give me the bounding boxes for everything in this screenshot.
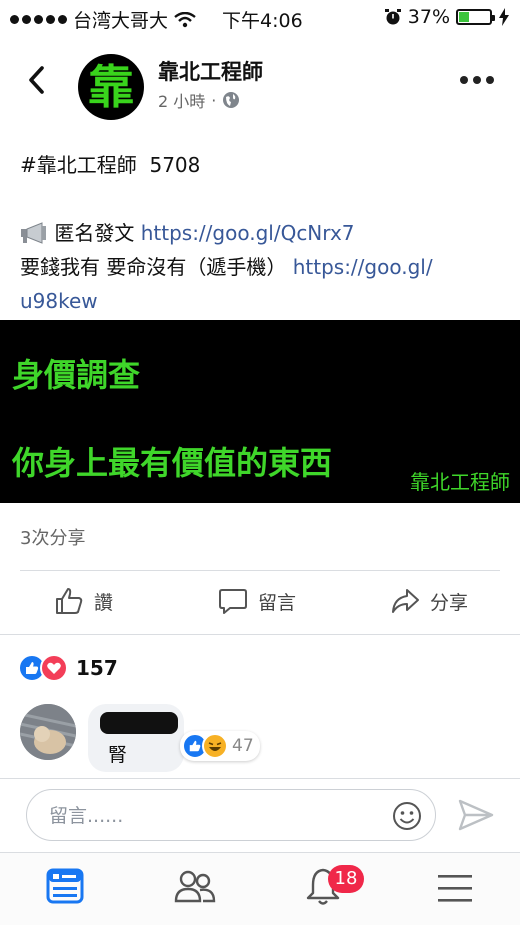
emoji-icon[interactable] — [391, 800, 423, 832]
battery-icon — [456, 9, 495, 25]
comment-bubble[interactable]: 腎 — [88, 704, 184, 772]
back-button[interactable] — [26, 64, 46, 105]
love-icon — [40, 654, 68, 682]
page-avatar[interactable]: 靠 — [78, 54, 144, 120]
battery-percent: 37% — [407, 6, 450, 28]
post-image[interactable]: 身價調查 你身上最有價值的東西 靠北工程師 — [0, 320, 520, 503]
carrier-name: 台湾大哥大 — [73, 10, 169, 32]
image-line-2: 你身上最有價值的東西 — [12, 444, 333, 482]
image-line-1: 身價調查 — [12, 356, 141, 394]
hamburger-menu-icon — [438, 875, 472, 902]
anon-label: 匿名發文 — [54, 221, 135, 245]
hashtag-link[interactable]: #靠北工程師 — [20, 153, 137, 177]
comment-label: 留言 — [258, 591, 297, 614]
signal-icon — [10, 15, 67, 24]
send-icon[interactable] — [458, 799, 494, 831]
share-count[interactable]: 3次分享 — [20, 524, 85, 550]
page-name[interactable]: 靠北工程師 — [158, 56, 263, 86]
megaphone-icon — [21, 222, 46, 244]
bottom-tab-bar: 18 — [0, 852, 520, 925]
comment-icon — [219, 589, 247, 614]
reaction-summary[interactable]: 157 — [18, 654, 118, 682]
tab-news-feed[interactable] — [46, 867, 84, 909]
anon-line: 匿名發文 https://goo.gl/QcNrx7 — [20, 216, 500, 250]
globe-icon — [223, 92, 240, 108]
charging-icon — [499, 8, 509, 26]
alarm-icon — [384, 9, 401, 25]
comment-composer — [0, 778, 520, 853]
post-time[interactable]: 2 小時 — [158, 88, 205, 112]
slogan-link-start[interactable]: https://goo.gl/ — [293, 255, 433, 279]
commenter-avatar[interactable] — [20, 704, 76, 760]
carrier-group: 台湾大哥大 — [10, 6, 196, 33]
image-watermark: 靠北工程師 — [410, 470, 510, 494]
comment-button[interactable]: 留言 — [218, 586, 296, 616]
haha-icon — [202, 733, 228, 759]
like-label: 讚 — [94, 591, 114, 614]
notification-badge: 18 — [328, 865, 364, 893]
post-text: #靠北工程師 5708 匿名發文 https://goo.gl/QcNrx7 要… — [20, 148, 500, 318]
tab-friends[interactable] — [174, 867, 216, 909]
friends-icon — [174, 870, 216, 903]
redacted-commenter-name — [100, 712, 178, 734]
post-actions: 讚 留言 分享 — [0, 578, 520, 630]
slogan-line: 要錢我有 要命沒有（遞手機） https://goo.gl/ — [20, 250, 500, 284]
slogan-link-end[interactable]: u98kew — [20, 289, 98, 313]
status-bar: 台湾大哥大 下午4:06 37% — [0, 0, 520, 36]
comment-input[interactable] — [47, 800, 391, 832]
divider — [0, 634, 520, 635]
post-number: 5708 — [149, 153, 201, 177]
share-button[interactable]: 分享 — [390, 586, 468, 616]
comment-input-box[interactable] — [26, 789, 436, 841]
clock: 下午4:06 — [222, 10, 303, 32]
like-button[interactable]: 讚 — [54, 586, 113, 616]
chevron-left-icon — [29, 66, 44, 94]
anon-link[interactable]: https://goo.gl/QcNrx7 — [141, 221, 355, 245]
meta-separator: · — [211, 90, 217, 110]
tab-menu[interactable] — [436, 873, 474, 909]
slogan-text: 要錢我有 要命沒有（遞手機） — [20, 255, 287, 279]
battery-group: 37% — [384, 6, 510, 28]
post-header: 靠 靠北工程師 2 小時 · — [0, 50, 520, 122]
comment-reaction-count: 47 — [232, 736, 254, 756]
hashtag-line: #靠北工程師 5708 — [20, 148, 500, 182]
share-label: 分享 — [430, 591, 469, 614]
post-meta: 2 小時 · — [158, 88, 240, 112]
more-options-button[interactable] — [460, 76, 494, 84]
share-icon — [392, 589, 419, 613]
reaction-count: 157 — [76, 656, 118, 680]
divider — [20, 570, 500, 571]
comment-reactions[interactable]: 47 — [180, 731, 260, 761]
comment-text: 腎 — [108, 744, 128, 766]
thumbs-up-icon — [56, 588, 83, 614]
wifi-icon — [174, 11, 196, 27]
news-feed-icon — [46, 868, 84, 904]
